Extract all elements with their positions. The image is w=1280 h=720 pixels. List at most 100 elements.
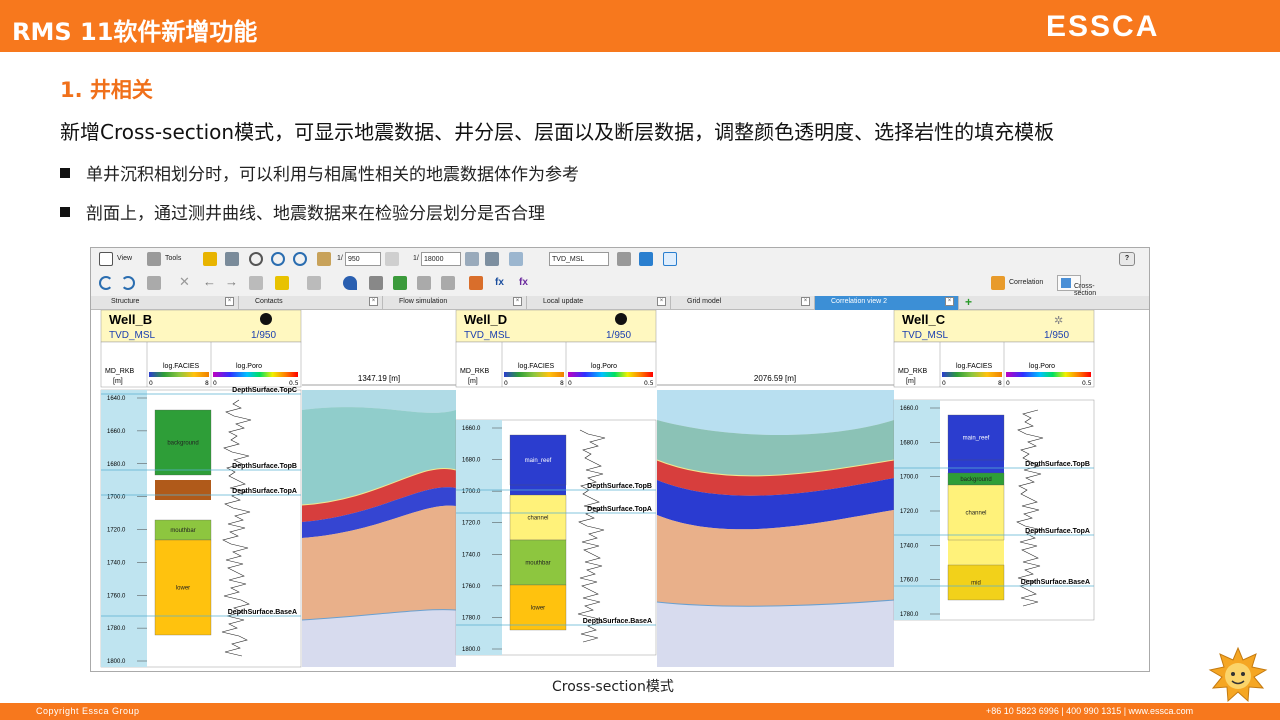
close-icon[interactable]: × [513,297,522,306]
tab-flow-simulation[interactable]: Flow simulation × [383,296,527,310]
view-icon[interactable] [99,252,113,266]
correlation-button[interactable]: Correlation [1009,279,1043,286]
help-button[interactable]: ? [1119,252,1135,266]
curve-icon[interactable] [393,276,407,290]
depth-label: 1640.0 [107,396,126,402]
distance-label: 2076.59 [m] [754,374,796,383]
track-header [455,341,657,388]
tab-contacts[interactable]: Contacts × [239,296,383,310]
home-icon[interactable] [317,252,331,266]
back-icon[interactable] [617,252,631,266]
bullet-2: 剖面上，通过测井曲线、地震数据来在检验分层划分是否合理 [60,199,545,224]
cross-section-button[interactable]: Cross-section [1057,275,1096,297]
zoom-in-icon[interactable] [271,252,285,266]
function-icon[interactable]: fx [495,276,509,290]
function2-icon[interactable]: fx [519,276,533,290]
well-name: Well_B [109,312,152,327]
surface-label: DepthSurface.TopA [232,488,297,495]
surface-label: DepthSurface.TopB [1025,461,1090,468]
scale-b-input[interactable]: 18000 [421,252,461,266]
link-icon[interactable] [385,252,399,266]
surface-label: DepthSurface.BaseA [1021,579,1090,586]
track-label-poro: log.Poro [591,363,617,370]
poro-max: 0.5 [644,380,654,387]
close-icon[interactable]: × [369,297,378,306]
scale-a-input[interactable]: 950 [345,252,381,266]
intro-text: 新增Cross-section模式，可显示地震数据、井分层、层面以及断层数据，调… [60,120,1055,144]
md-unit: [m] [468,378,478,385]
palette2-icon[interactable] [469,276,483,290]
well-name: Well_D [464,312,507,327]
facies-label: background [167,441,198,447]
track-header [100,341,302,388]
tab-grid-model[interactable]: Grid model × [671,296,815,310]
depth-label: 1780.0 [900,612,919,618]
facies-min: 0 [942,380,946,387]
add-tab-icon[interactable]: + [965,296,972,309]
depth-label: 1800.0 [107,659,126,665]
tracks-icon[interactable] [509,252,523,266]
erase-icon[interactable] [369,276,383,290]
arrow-left-icon[interactable]: ← [203,275,217,289]
facies-palette [504,372,564,377]
toolbar-top: View Tools 1/ 950 1/ 18000 TVD_MSL ? [91,248,1149,272]
bullet-square-icon [60,207,70,217]
rms-window: View Tools 1/ 950 1/ 18000 TVD_MSL ? ✕ ←… [90,247,1150,672]
well-depth-mode: TVD_MSL [902,330,949,341]
depth-label: 1680.0 [107,462,126,468]
depth-label: 1740.0 [900,543,919,549]
facies-block [948,460,1004,473]
grid-icon[interactable] [225,252,239,266]
surface-label: DepthSurface.TopC [232,387,297,394]
tab-correlation-view-2[interactable]: Correlation view 2 × [815,296,959,310]
depth-label: 1660.0 [462,426,481,432]
facies-label: main_reef [525,458,552,464]
depth-mode-select[interactable]: TVD_MSL [549,252,609,266]
align-icon[interactable] [203,252,217,266]
close-icon[interactable]: × [657,297,666,306]
zoom-icon[interactable] [249,252,263,266]
facies-palette [942,372,1002,377]
slide-title: RMS 11软件新增功能 [12,18,258,46]
scale-a-label: 1/ [337,255,343,262]
poro-palette [1006,372,1091,377]
figure-caption: Cross-section模式 [552,679,674,695]
poro-max: 0.5 [1082,380,1092,387]
close-icon[interactable]: × [801,297,810,306]
flatten-icon[interactable] [465,252,479,266]
tools-icon[interactable] [147,252,161,266]
facies-label: lower [531,606,545,612]
surface-label: DepthSurface.TopA [587,506,652,513]
view-menu[interactable]: View [117,255,132,262]
well-panel-well_b: Well_BTVD_MSL 1/950MD_RKB[m]log.FACIES0 8l… [100,310,302,668]
tab-structure[interactable]: Structure × [95,296,239,310]
correlation-icon[interactable] [991,276,1005,290]
bucket-icon[interactable] [417,276,431,290]
redo-icon[interactable] [121,276,135,290]
close-icon[interactable]: × [945,297,954,306]
well-icon[interactable] [639,252,653,266]
poro-min: 0 [1006,380,1010,387]
tools-menu[interactable]: Tools [165,255,181,262]
md-label: MD_RKB [105,368,135,375]
tab-local-update[interactable]: Local update × [527,296,671,310]
brush-icon[interactable] [441,276,455,290]
panel-icon[interactable] [663,252,677,266]
pick-icon[interactable] [343,276,357,290]
well-name: Well_C [902,312,946,327]
table-icon[interactable] [249,276,263,290]
chart-icon[interactable] [307,276,321,290]
depth-label: 1760.0 [107,593,126,599]
palette-icon[interactable] [275,276,289,290]
bullet-square-icon [60,168,70,178]
layout-icon[interactable] [485,252,499,266]
facies-label: channel [965,511,986,517]
arrow-right-icon[interactable]: → [225,275,239,289]
undo-icon[interactable] [99,276,113,290]
close-icon[interactable]: × [225,297,234,306]
facies-label: background [960,477,991,483]
depth-label: 1720.0 [107,528,126,534]
zoom-out-icon[interactable] [293,252,307,266]
delete-icon[interactable]: ✕ [179,275,193,289]
save-layout-icon[interactable] [147,276,161,290]
